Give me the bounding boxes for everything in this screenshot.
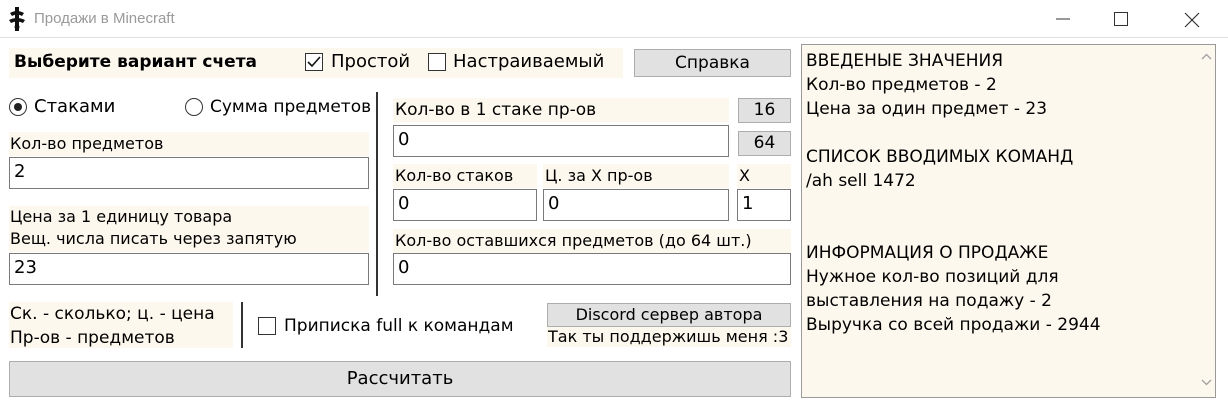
stack-16-button[interactable]: 16 (738, 98, 791, 123)
radio-sum-label: Сумма предметов (210, 97, 372, 117)
calculate-button[interactable]: Рассчитать (9, 361, 791, 397)
custom-checkbox[interactable] (428, 53, 446, 71)
output-line: Цена за один предмет - 23 (806, 99, 1048, 119)
simple-label: Простой (331, 51, 411, 72)
output-scrollbar[interactable] (1198, 45, 1215, 397)
stacks-count-label: Кол-во стаков (395, 166, 514, 185)
output-textbox[interactable]: ВВЕДЕНЫЕ ЗНАЧЕНИЯ Кол-во предметов - 2 Ц… (801, 44, 1216, 398)
output-line: ИНФОРМАЦИЯ О ПРОДАЖЕ (806, 243, 1049, 263)
items-count-input[interactable]: 2 (9, 157, 369, 189)
output-line: Кол-во предметов - 2 (806, 75, 997, 95)
output-line: СПИСОК ВВОДИМЫХ КОМАНД (806, 147, 1074, 167)
output-line: /ah sell 1472 (806, 171, 916, 191)
full-suffix-label: Приписка full к командам (284, 316, 514, 336)
chevron-down-icon[interactable] (1201, 379, 1212, 386)
price-x-input[interactable]: 0 (543, 189, 729, 221)
support-text: Так ты поддержишь меня :3 (548, 327, 789, 346)
minimize-icon (1056, 18, 1070, 20)
check-icon (307, 56, 321, 68)
chevron-up-icon[interactable] (1201, 53, 1212, 60)
minimize-button[interactable] (1040, 0, 1086, 38)
radio-sum[interactable] (185, 98, 203, 116)
custom-label: Настраиваемый (453, 51, 605, 72)
maximize-icon (1114, 12, 1128, 26)
maximize-button[interactable] (1098, 0, 1144, 38)
mode-header-label: Выберите вариант счета (14, 52, 258, 72)
radio-stacks[interactable] (9, 98, 27, 116)
close-button[interactable] (1168, 0, 1214, 38)
x-label: X (739, 166, 750, 185)
output-line: Выручка со всей продажи - 2944 (806, 315, 1101, 335)
window-title: Продажи в Minecraft (34, 10, 175, 27)
simple-checkbox[interactable] (305, 53, 323, 71)
remaining-input[interactable]: 0 (393, 253, 791, 285)
items-count-label: Кол-во предметов (10, 134, 164, 153)
price-hint-label: Вещ. числа писать через запятую (10, 229, 297, 248)
separator-vertical (376, 92, 378, 296)
stack-size-label: Кол-во в 1 стаке пр-ов (395, 100, 597, 120)
legend-line-1: Ск. - сколько; ц. - цена (10, 304, 215, 324)
stack-64-button[interactable]: 64 (738, 131, 791, 156)
remaining-label: Кол-во оставшихся предметов (до 64 шт.) (395, 231, 752, 250)
separator-vertical-bottom (241, 302, 243, 348)
price-input[interactable]: 23 (9, 253, 369, 285)
stacks-count-input[interactable]: 0 (393, 189, 537, 221)
close-icon (1184, 12, 1200, 28)
help-button[interactable]: Справка (634, 49, 791, 77)
app-icon (6, 7, 28, 31)
x-input[interactable]: 1 (737, 189, 791, 221)
title-bar: Продажи в Minecraft (0, 0, 1228, 38)
legend-line-2: Пр-ов - предметов (10, 328, 175, 348)
stack-size-input[interactable]: 0 (393, 125, 729, 157)
output-line: выставления на подажу - 2 (806, 291, 1053, 311)
output-line: Нужное кол-во позиций для (806, 267, 1059, 287)
radio-stacks-label: Стаками (34, 96, 116, 117)
output-line: ВВЕДЕНЫЕ ЗНАЧЕНИЯ (806, 51, 1004, 71)
full-suffix-checkbox[interactable] (258, 317, 276, 335)
price-label: Цена за 1 единицу товара (10, 207, 233, 226)
price-x-label: Ц. за X пр-ов (545, 166, 653, 185)
discord-button[interactable]: Discord сервер автора (547, 303, 791, 327)
